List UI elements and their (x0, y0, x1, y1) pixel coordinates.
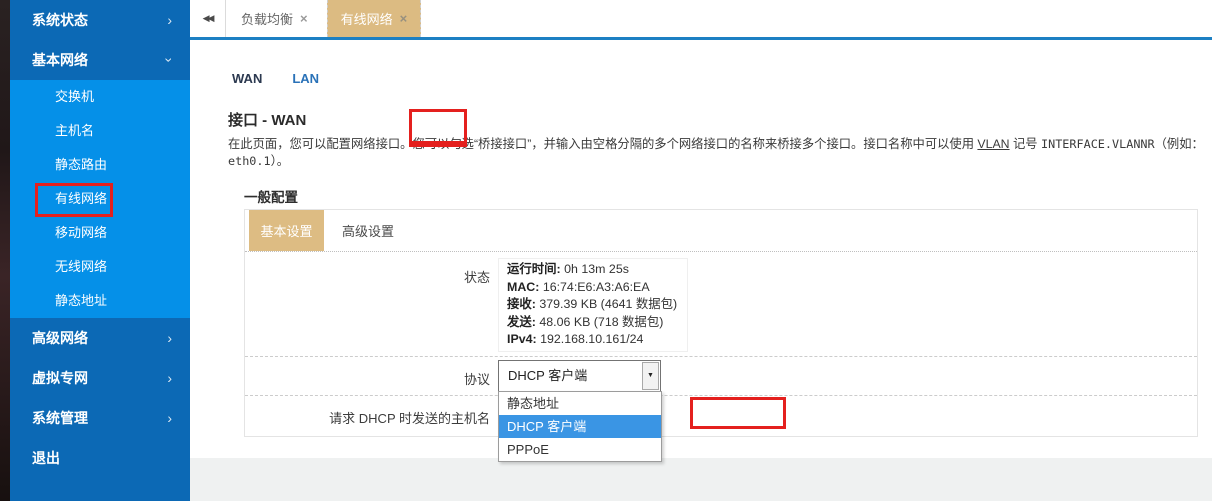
dropdown-arrow-icon: ▼ (647, 372, 654, 379)
sidebar-item-static-routes[interactable]: 静态路由 (10, 148, 190, 182)
status-line-rx: 接收: 379.39 KB (4641 数据包) (507, 296, 677, 314)
close-icon[interactable]: × (400, 11, 408, 26)
sidebar-item-label: 系统管理 (32, 408, 88, 428)
sidebar-item-vpn[interactable]: 虚拟专网 › (10, 358, 190, 398)
code-interface-vlannr: INTERFACE.VLANNR (1041, 137, 1155, 151)
chevron-right-icon: › (167, 371, 172, 385)
tab-label: 负载均衡 (241, 9, 293, 28)
sidebar-item-label: 系统状态 (32, 10, 88, 30)
sidebar-item-advanced-network[interactable]: 高级网络 › (10, 318, 190, 358)
router-admin-page: 系统状态 › 基本网络 › 交换机 主机名 静态路由 有线网络 移动网络 无线网… (0, 0, 1212, 501)
sidebar-item-wireless-network[interactable]: 无线网络 (10, 250, 190, 284)
chevron-right-icon: › (167, 13, 172, 27)
sidebar-item-wired-network[interactable]: 有线网络 (10, 182, 190, 216)
sidebar-item-hostname[interactable]: 主机名 (10, 114, 190, 148)
status-line-uptime: 运行时间: 0h 13m 25s (507, 261, 677, 279)
chevron-down-icon: › (163, 58, 177, 63)
description-text: （例如： (1155, 137, 1204, 151)
page-footer-background (190, 458, 1212, 501)
close-icon[interactable]: × (300, 11, 308, 26)
sidebar-item-label: 基本网络 (32, 50, 88, 70)
sidebar-item-basic-network[interactable]: 基本网络 › (10, 40, 190, 80)
sidebar-menu: 系统状态 › 基本网络 › 交换机 主机名 静态路由 有线网络 移动网络 无线网… (10, 0, 190, 478)
tab-wan[interactable]: WAN (230, 71, 264, 86)
protocol-row: 协议 DHCP 客户端 ▼ (245, 356, 1197, 395)
protocol-label: 协议 (245, 357, 490, 395)
protocol-selected-value: DHCP 客户端 (508, 361, 587, 391)
sidebar-submenu: 交换机 主机名 静态路由 有线网络 移动网络 无线网络 静态地址 (10, 80, 190, 318)
hostname-row: 请求 DHCP 时发送的主机名 (245, 395, 1197, 436)
sidebar-item-label: 虚拟专网 (32, 368, 88, 388)
tab-lan[interactable]: LAN (290, 71, 321, 86)
sidebar-item-mobile-network[interactable]: 移动网络 (10, 216, 190, 250)
sidebar-item-switch[interactable]: 交换机 (10, 80, 190, 114)
sidebar: 系统状态 › 基本网络 › 交换机 主机名 静态路由 有线网络 移动网络 无线网… (0, 0, 190, 501)
tab-label: 有线网络 (341, 9, 393, 28)
vlan-link[interactable]: VLAN (977, 137, 1009, 151)
description-text: 在此页面，您可以配置网络接口。您可以勾选“桥接接口”，并输入由空格分隔的多个网络… (228, 137, 977, 151)
chevron-right-icon: › (167, 411, 172, 425)
sidebar-item-label: 退出 (32, 448, 60, 468)
tab-load-balancing[interactable]: 负载均衡 × (228, 0, 321, 37)
top-tabbar: ◀◀ 负载均衡 × 有线网络 × (190, 0, 1212, 40)
status-line-mac: MAC: 16:74:E6:A3:A6:EA (507, 279, 677, 297)
status-row: 状态 运行时间: 0h 13m 25s MAC: 16:74:E6:A3:A6:… (245, 252, 1197, 356)
hostname-label: 请求 DHCP 时发送的主机名 (245, 396, 490, 436)
collapse-tabs-button[interactable]: ◀◀ (190, 0, 226, 37)
tab-advanced-settings[interactable]: 高级设置 (324, 210, 412, 251)
sidebar-item-static-address[interactable]: 静态地址 (10, 284, 190, 318)
sidebar-item-label: 高级网络 (32, 328, 88, 348)
interface-tabs: WAN LAN (230, 71, 321, 86)
code-eth0-1: eth0.1 (228, 154, 271, 168)
status-info-box: 运行时间: 0h 13m 25s MAC: 16:74:E6:A3:A6:EA … (498, 258, 688, 352)
description-text: 记号 (1010, 137, 1041, 151)
option-dhcp-client[interactable]: DHCP 客户端 (499, 415, 661, 438)
main-content: WAN LAN 接口 - WAN 在此页面，您可以配置网络接口。您可以勾选“桥接… (190, 40, 1212, 458)
fieldset-box: 基本设置 高级设置 状态 运行时间: 0h 13m 25s MAC: 16:74… (244, 209, 1198, 437)
page-description: 在此页面，您可以配置网络接口。您可以勾选“桥接接口”，并输入由空格分隔的多个网络… (228, 136, 1212, 170)
status-line-tx: 发送: 48.06 KB (718 数据包) (507, 314, 677, 332)
page-title: 接口 - WAN (228, 109, 306, 130)
chevron-right-icon: › (167, 331, 172, 345)
tab-basic-settings[interactable]: 基本设置 (249, 210, 324, 251)
status-line-ipv4: IPv4: 192.168.10.161/24 (507, 331, 677, 349)
dropdown-button[interactable]: ▼ (642, 362, 659, 390)
sidebar-background-strip (0, 0, 10, 501)
protocol-select[interactable]: DHCP 客户端 ▼ (498, 360, 661, 392)
option-pppoe[interactable]: PPPoE (499, 438, 661, 461)
status-label: 状态 (245, 258, 490, 352)
sidebar-item-system-status[interactable]: 系统状态 › (10, 0, 190, 40)
sidebar-item-logout[interactable]: 退出 (10, 438, 190, 478)
description-text: ）。 (271, 154, 289, 168)
option-static-address[interactable]: 静态地址 (499, 392, 661, 415)
sidebar-item-system-management[interactable]: 系统管理 › (10, 398, 190, 438)
double-left-arrow-icon: ◀◀ (203, 13, 213, 24)
config-tabs: 基本设置 高级设置 (245, 210, 1197, 252)
general-config-fieldset: 一般配置 基本设置 高级设置 状态 运行时间: 0h 13m 25s MAC: … (244, 186, 1198, 437)
fieldset-legend: 一般配置 (244, 186, 1198, 206)
tab-wired-network[interactable]: 有线网络 × (327, 0, 422, 37)
protocol-dropdown-list: 静态地址 DHCP 客户端 PPPoE (498, 391, 662, 462)
